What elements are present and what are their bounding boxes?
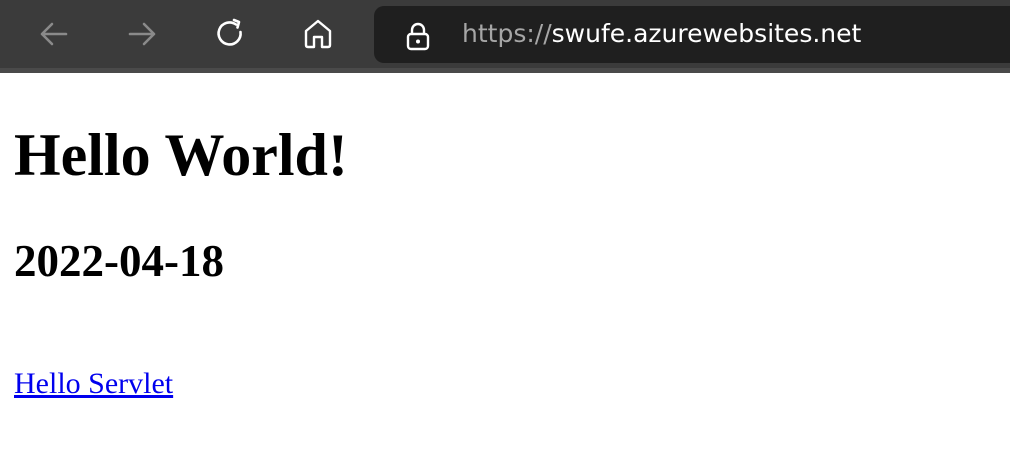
url-host: swufe.azurewebsites.net [551,19,862,48]
url-text[interactable]: https://swufe.azurewebsites.net [462,18,861,50]
home-icon [304,19,332,49]
hello-servlet-link[interactable]: Hello Servlet [14,366,173,402]
home-button[interactable] [296,12,340,56]
address-bar[interactable]: https://swufe.azurewebsites.net [374,6,1010,63]
browser-toolbar: https://swufe.azurewebsites.net [0,0,1010,73]
back-button[interactable] [32,12,76,56]
url-scheme: https:// [462,19,552,48]
reload-button[interactable] [208,12,252,56]
page-content: Hello World! 2022-04-18 Hello Servlet [0,73,1010,466]
reload-icon [217,18,242,46]
forward-button[interactable] [120,12,164,56]
back-arrow-icon [40,22,68,46]
page-heading: Hello World! [14,122,348,188]
date-heading: 2022-04-18 [14,236,224,286]
lock-icon [406,22,430,51]
forward-arrow-icon [128,22,156,46]
